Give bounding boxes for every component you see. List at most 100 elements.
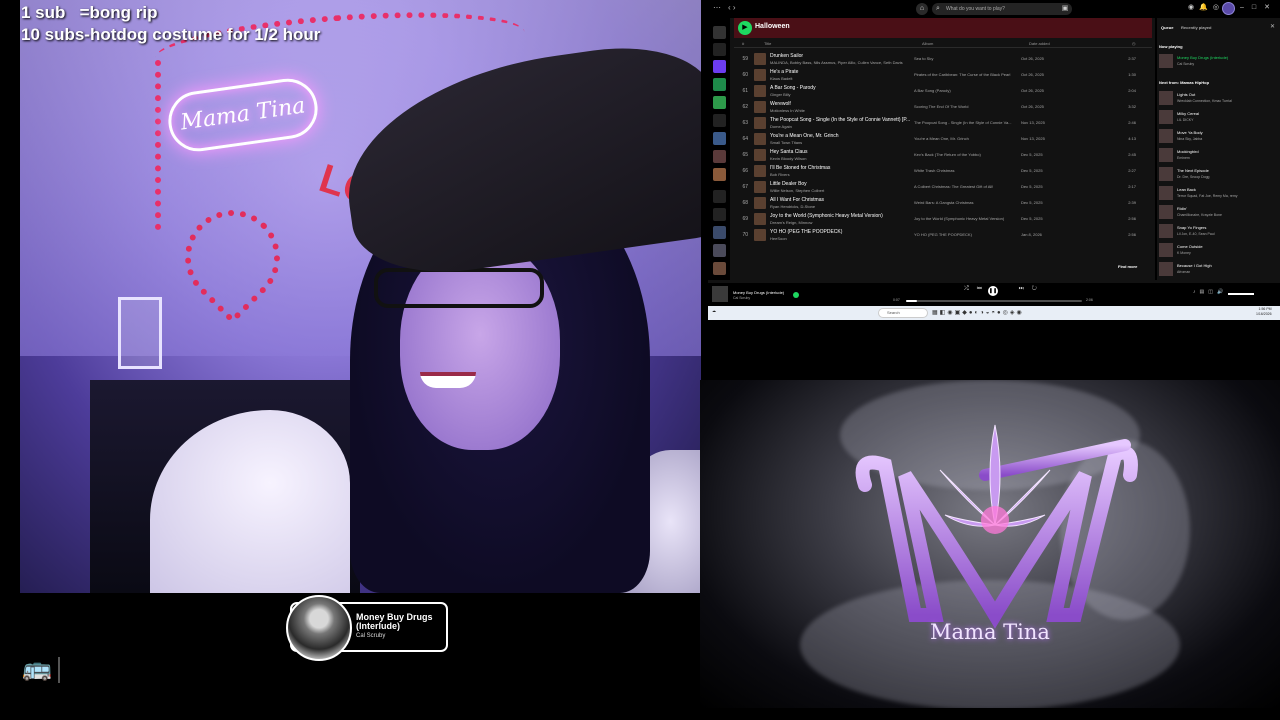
queue-artist[interactable]: Wrecklab Connection, Kmac Turrial bbox=[1177, 99, 1277, 103]
browse-icon[interactable]: ▣ bbox=[1059, 3, 1071, 15]
sidebar-playlist[interactable] bbox=[713, 78, 726, 91]
track-artist[interactable]: Motionless In White bbox=[770, 108, 910, 113]
tab-recently-played[interactable]: Recently played bbox=[1181, 25, 1211, 30]
player-track-artist[interactable]: Cal Scruby bbox=[733, 296, 750, 300]
sidebar-playlist[interactable] bbox=[713, 150, 726, 163]
track-album[interactable]: Scoring The End Of The World bbox=[914, 104, 1018, 109]
close-icon[interactable]: ✕ bbox=[1270, 23, 1275, 30]
col-date[interactable]: Date added bbox=[1029, 41, 1050, 46]
window-controls[interactable]: –□✕ bbox=[1240, 3, 1278, 11]
track-row[interactable]: 67 Little Dealer Boy Willie Nelson, Steph… bbox=[734, 180, 1152, 196]
queue-item[interactable]: Snap Yo Fingers Lil Jon, E-40, Sean Paul bbox=[1159, 223, 1279, 241]
track-album[interactable]: Pirates of the Caribbean: The Curse of t… bbox=[914, 72, 1018, 77]
track-artist[interactable]: Bob Rivers bbox=[770, 172, 910, 177]
sidebar-playlist[interactable] bbox=[713, 132, 726, 145]
home-icon[interactable]: ⌂ bbox=[916, 3, 928, 15]
volume-slider[interactable] bbox=[1228, 293, 1254, 295]
queue-artist[interactable]: Afroman bbox=[1177, 270, 1277, 274]
track-row[interactable]: 63 The Poopcat Song - Single (In the Sty… bbox=[734, 116, 1152, 132]
track-artist[interactable]: Willie Nelson, Stephen Colbert bbox=[770, 188, 910, 193]
saved-check-icon[interactable] bbox=[793, 292, 799, 298]
user-icon[interactable] bbox=[713, 208, 726, 221]
track-album[interactable]: You're a Mean One, Mr. Grinch bbox=[914, 136, 1018, 141]
queue-item[interactable]: Move Ya Body Nina Sky, Jabba bbox=[1159, 128, 1279, 146]
progress-bar[interactable] bbox=[906, 300, 1082, 302]
taskbar-apps[interactable]: ▦◧◉▣◆●◐◑◒◓●◎◈◉ bbox=[932, 309, 1024, 316]
queue-artist[interactable]: K Money bbox=[1177, 251, 1277, 255]
track-row[interactable]: 65 Hey Santa Claus Kevin Bloody Wilson Ke… bbox=[734, 148, 1152, 164]
find-more-link[interactable]: Find more bbox=[1118, 264, 1137, 269]
pause-button[interactable]: ❚❚ bbox=[988, 286, 998, 296]
queue-artist[interactable]: Terror Squad, Fat Joe, Remy Ma, remy bbox=[1177, 194, 1277, 198]
track-artist[interactable]: Klaus Badelt bbox=[770, 76, 910, 81]
player-album-art[interactable] bbox=[712, 286, 728, 302]
track-album[interactable]: A Colbert Christmas: The Greatest Gift o… bbox=[914, 184, 1018, 189]
queue-artist[interactable]: Lil Jon, E-40, Sean Paul bbox=[1177, 232, 1277, 236]
track-album[interactable]: Weird Bars: A Gangsta Christmas bbox=[914, 200, 1018, 205]
track-row[interactable]: 60 He's a Pirate Klaus Badelt Pirates of … bbox=[734, 68, 1152, 84]
sidebar-playlist[interactable] bbox=[713, 244, 726, 257]
track-artist[interactable]: HeeSoon bbox=[770, 236, 910, 241]
track-artist[interactable]: Dream's Reign, Minnow bbox=[770, 220, 910, 225]
track-album[interactable]: Kev's Back (The Return of the Yobbo) bbox=[914, 152, 1018, 157]
music-icon[interactable] bbox=[713, 114, 726, 127]
track-album[interactable]: YO HO (PEG THE POOPDECK) bbox=[914, 232, 1018, 237]
queue-item[interactable]: Lean Back Terror Squad, Fat Joe, Remy Ma,… bbox=[1159, 185, 1279, 203]
track-row[interactable]: 68 All I Want For Christmas Ryan Hendrick… bbox=[734, 196, 1152, 212]
track-album[interactable]: Joy to the World (Symphonic Heavy Metal … bbox=[914, 216, 1018, 221]
back-forward-icon[interactable]: ‹ › bbox=[728, 3, 736, 12]
track-row[interactable]: 66 I'll Be Stoned for Christmas Bob River… bbox=[734, 164, 1152, 180]
liked-songs-item[interactable] bbox=[713, 60, 726, 73]
queue-artist[interactable]: LIL DICKY bbox=[1177, 118, 1277, 122]
taskbar-clock[interactable]: 1:56 PM 1/16/2026 bbox=[1256, 307, 1272, 317]
queue-item[interactable]: Lights Out Wrecklab Connection, Kmac Turr… bbox=[1159, 90, 1279, 108]
queue-item[interactable]: Come Outside K Money bbox=[1159, 242, 1279, 260]
menu-icon[interactable]: ⋯ bbox=[713, 3, 721, 12]
player-extra-controls[interactable]: ♪▤◫🔊 bbox=[1193, 289, 1227, 295]
track-album[interactable]: A Bar Song (Parody) bbox=[914, 88, 1018, 93]
taskbar-search[interactable]: Search bbox=[878, 308, 928, 318]
track-row[interactable]: 61 A Bar Song - Parody Ginger Billy A Bar… bbox=[734, 84, 1152, 100]
track-album[interactable]: The Poopcat Song - Single (In the Style … bbox=[914, 120, 1018, 125]
track-artist[interactable]: Dome Again bbox=[770, 124, 910, 129]
queue-artist[interactable]: Cal Scruby bbox=[1177, 62, 1277, 66]
track-artist[interactable]: Kevin Bloody Wilson bbox=[770, 156, 910, 161]
notification-icons[interactable]: ◉🔔◎ bbox=[1188, 3, 1224, 11]
track-row[interactable]: 59 Drunken Sailor MALINDA, Bobby Bass, Ni… bbox=[734, 52, 1152, 68]
player-track-title[interactable]: Money Buy Drugs (Interlude) bbox=[733, 290, 784, 295]
weather-widget[interactable]: ☁ bbox=[712, 308, 716, 313]
queue-item[interactable]: The Next Episode Dr. Dre, Snoop Dogg bbox=[1159, 166, 1279, 184]
col-album[interactable]: Album bbox=[922, 41, 933, 46]
track-row[interactable]: 62 Werewolf Motionless In White Scoring T… bbox=[734, 100, 1152, 116]
library-icon[interactable] bbox=[713, 26, 726, 39]
track-row[interactable]: 70 YO HO (PEG THE POOPDECK) HeeSoon YO HO… bbox=[734, 228, 1152, 244]
user-avatar[interactable] bbox=[1222, 2, 1235, 15]
sidebar-playlist[interactable] bbox=[713, 168, 726, 181]
queue-item[interactable]: Milky Cereal LIL DICKY bbox=[1159, 109, 1279, 127]
queue-artist[interactable]: Eminem bbox=[1177, 156, 1277, 160]
folder-icon[interactable] bbox=[713, 190, 726, 203]
track-album[interactable]: White Trash Christmas bbox=[914, 168, 1018, 173]
queue-artist[interactable]: Dr. Dre, Snoop Dogg bbox=[1177, 175, 1277, 179]
queue-artist[interactable]: Nina Sky, Jabba bbox=[1177, 137, 1277, 141]
queue-item[interactable]: Because I Got High Afroman bbox=[1159, 261, 1279, 279]
track-artist[interactable]: Small Town Titans bbox=[770, 140, 910, 145]
track-row[interactable]: 69 Joy to the World (Symphonic Heavy Met… bbox=[734, 212, 1152, 228]
tab-queue[interactable]: Queue bbox=[1161, 25, 1173, 30]
add-icon[interactable] bbox=[713, 43, 726, 56]
play-button[interactable]: ▶ bbox=[738, 21, 752, 35]
col-title[interactable]: Title bbox=[764, 41, 771, 46]
queue-item[interactable]: Mockingbird Eminem bbox=[1159, 147, 1279, 165]
search-input[interactable]: ⌕ What do you want to play? bbox=[932, 3, 1072, 15]
sidebar-playlist[interactable] bbox=[713, 262, 726, 275]
sidebar-playlist[interactable] bbox=[713, 96, 726, 109]
track-artist[interactable]: MALINDA, Bobby Bass, Nils Assmus, Piper … bbox=[770, 60, 910, 65]
queue-now-playing[interactable]: Money Buy Drugs (Interlude) Cal Scruby bbox=[1159, 53, 1279, 71]
track-row[interactable]: 64 You're a Mean One, Mr. Grinch Small To… bbox=[734, 132, 1152, 148]
playback-controls[interactable]: ⤮⏮ ⏭↻ bbox=[964, 286, 1045, 293]
track-artist[interactable]: Ginger Billy bbox=[770, 92, 910, 97]
queue-item[interactable]: Ridin' Chamillionaire, Krayzie Bone bbox=[1159, 204, 1279, 222]
sidebar-playlist[interactable] bbox=[713, 226, 726, 239]
queue-artist[interactable]: Chamillionaire, Krayzie Bone bbox=[1177, 213, 1277, 217]
track-artist[interactable]: Ryan Hendricks, D-Stone bbox=[770, 204, 910, 209]
